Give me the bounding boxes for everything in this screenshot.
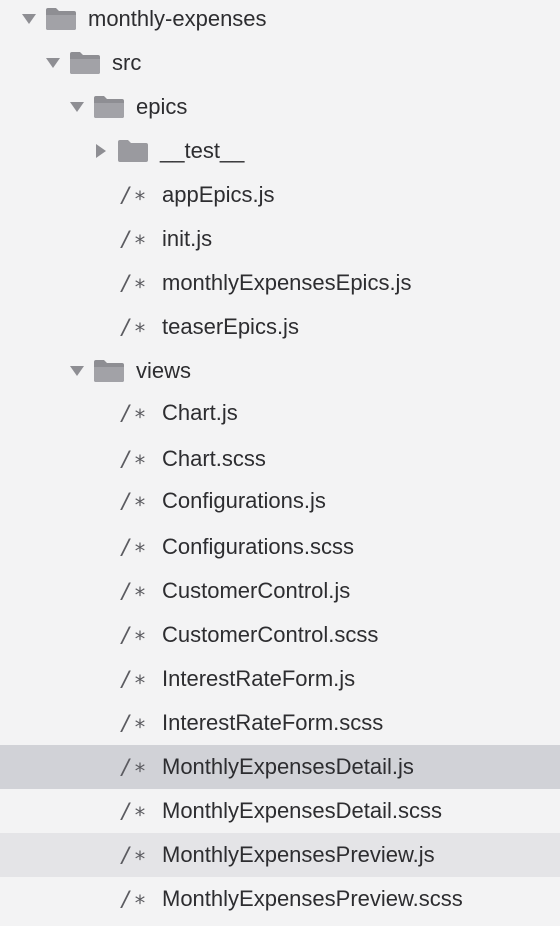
file-label: Configurations.scss <box>162 534 354 559</box>
js-file-icon: /∗ <box>120 755 148 779</box>
file-label: MonthlyExpensesDetail.scss <box>162 798 443 823</box>
file-label: appEpics.js <box>162 182 275 207</box>
scss-file-icon: /∗ <box>120 711 148 735</box>
js-file-icon: /∗ <box>120 843 148 867</box>
folder-label: epics <box>136 94 188 119</box>
file-label: MonthlyExpensesDetail.js <box>162 754 414 779</box>
folder-closed-icon <box>116 138 150 164</box>
js-file-icon: /∗ <box>120 489 148 513</box>
scss-file-icon: /∗ <box>120 447 148 471</box>
tree-file[interactable]: /∗ MonthlyExpensesPreview.scss <box>0 877 560 921</box>
tree-folder-monthly-expenses[interactable]: monthly-expenses <box>0 0 560 41</box>
folder-label: __test__ <box>160 138 245 163</box>
js-file-icon: /∗ <box>120 227 148 251</box>
tree-file[interactable]: /∗ MonthlyExpensesDetail.scss <box>0 789 560 833</box>
js-file-icon: /∗ <box>120 315 148 339</box>
tree-file[interactable]: /∗ teaserEpics.js <box>0 305 560 349</box>
file-label: CustomerControl.scss <box>162 622 379 647</box>
file-label: Configurations.js <box>162 488 326 513</box>
chevron-down-icon[interactable] <box>42 52 64 74</box>
folder-open-icon <box>92 94 126 120</box>
tree-file[interactable]: /∗ CustomerControl.scss <box>0 613 560 657</box>
file-label: MonthlyExpensesPreview.js <box>162 842 435 867</box>
file-label: CustomerControl.js <box>162 578 351 603</box>
tree-folder-views[interactable]: views <box>0 349 560 393</box>
tree-file[interactable]: /∗ init.js <box>0 217 560 261</box>
js-file-icon: /∗ <box>120 579 148 603</box>
chevron-down-icon[interactable] <box>66 360 88 382</box>
folder-label: monthly-expenses <box>88 6 267 31</box>
file-label: InterestRateForm.scss <box>162 710 384 735</box>
tree-file[interactable]: /∗ Chart.js <box>0 391 560 435</box>
tree-file[interactable]: /∗ Configurations.scss <box>0 525 560 569</box>
file-label: Chart.scss <box>162 446 266 471</box>
tree-file-selected[interactable]: /∗ MonthlyExpensesDetail.js <box>0 745 560 789</box>
file-label: monthlyExpensesEpics.js <box>162 270 412 295</box>
tree-folder-test[interactable]: __test__ <box>0 129 560 173</box>
tree-file[interactable]: /∗ monthlyExpensesEpics.js <box>0 261 560 305</box>
tree-folder-src[interactable]: src <box>0 41 560 85</box>
chevron-down-icon[interactable] <box>18 8 40 30</box>
tree-file[interactable]: /∗ Configurations.js <box>0 479 560 523</box>
file-label: InterestRateForm.js <box>162 666 356 691</box>
tree-file[interactable]: /∗ CustomerControl.js <box>0 569 560 613</box>
file-label: init.js <box>162 226 213 251</box>
file-tree: monthly-expenses src epics __test__ /∗ a… <box>0 0 560 926</box>
scss-file-icon: /∗ <box>120 535 148 559</box>
tree-file[interactable]: /∗ InterestRateForm.js <box>0 657 560 701</box>
js-file-icon: /∗ <box>120 667 148 691</box>
file-label: MonthlyExpensesPreview.scss <box>162 886 463 911</box>
tree-file[interactable]: /∗ Chart.scss <box>0 437 560 481</box>
scss-file-icon: /∗ <box>120 799 148 823</box>
js-file-icon: /∗ <box>120 183 148 207</box>
folder-label: views <box>136 358 192 383</box>
tree-file[interactable]: /∗ appEpics.js <box>0 173 560 217</box>
tree-file[interactable]: /∗ InterestRateForm.scss <box>0 701 560 745</box>
folder-open-icon <box>68 50 102 76</box>
scss-file-icon: /∗ <box>120 623 148 647</box>
chevron-right-icon[interactable] <box>90 140 112 162</box>
tree-folder-epics[interactable]: epics <box>0 85 560 129</box>
chevron-down-icon[interactable] <box>66 96 88 118</box>
folder-label: src <box>112 50 142 75</box>
folder-open-icon <box>92 358 126 384</box>
file-label: Chart.js <box>162 400 238 425</box>
js-file-icon: /∗ <box>120 271 148 295</box>
tree-file-hovered[interactable]: /∗ MonthlyExpensesPreview.js <box>0 833 560 877</box>
js-file-icon: /∗ <box>120 401 148 425</box>
folder-open-icon <box>44 6 78 32</box>
file-label: teaserEpics.js <box>162 314 299 339</box>
scss-file-icon: /∗ <box>120 887 148 911</box>
